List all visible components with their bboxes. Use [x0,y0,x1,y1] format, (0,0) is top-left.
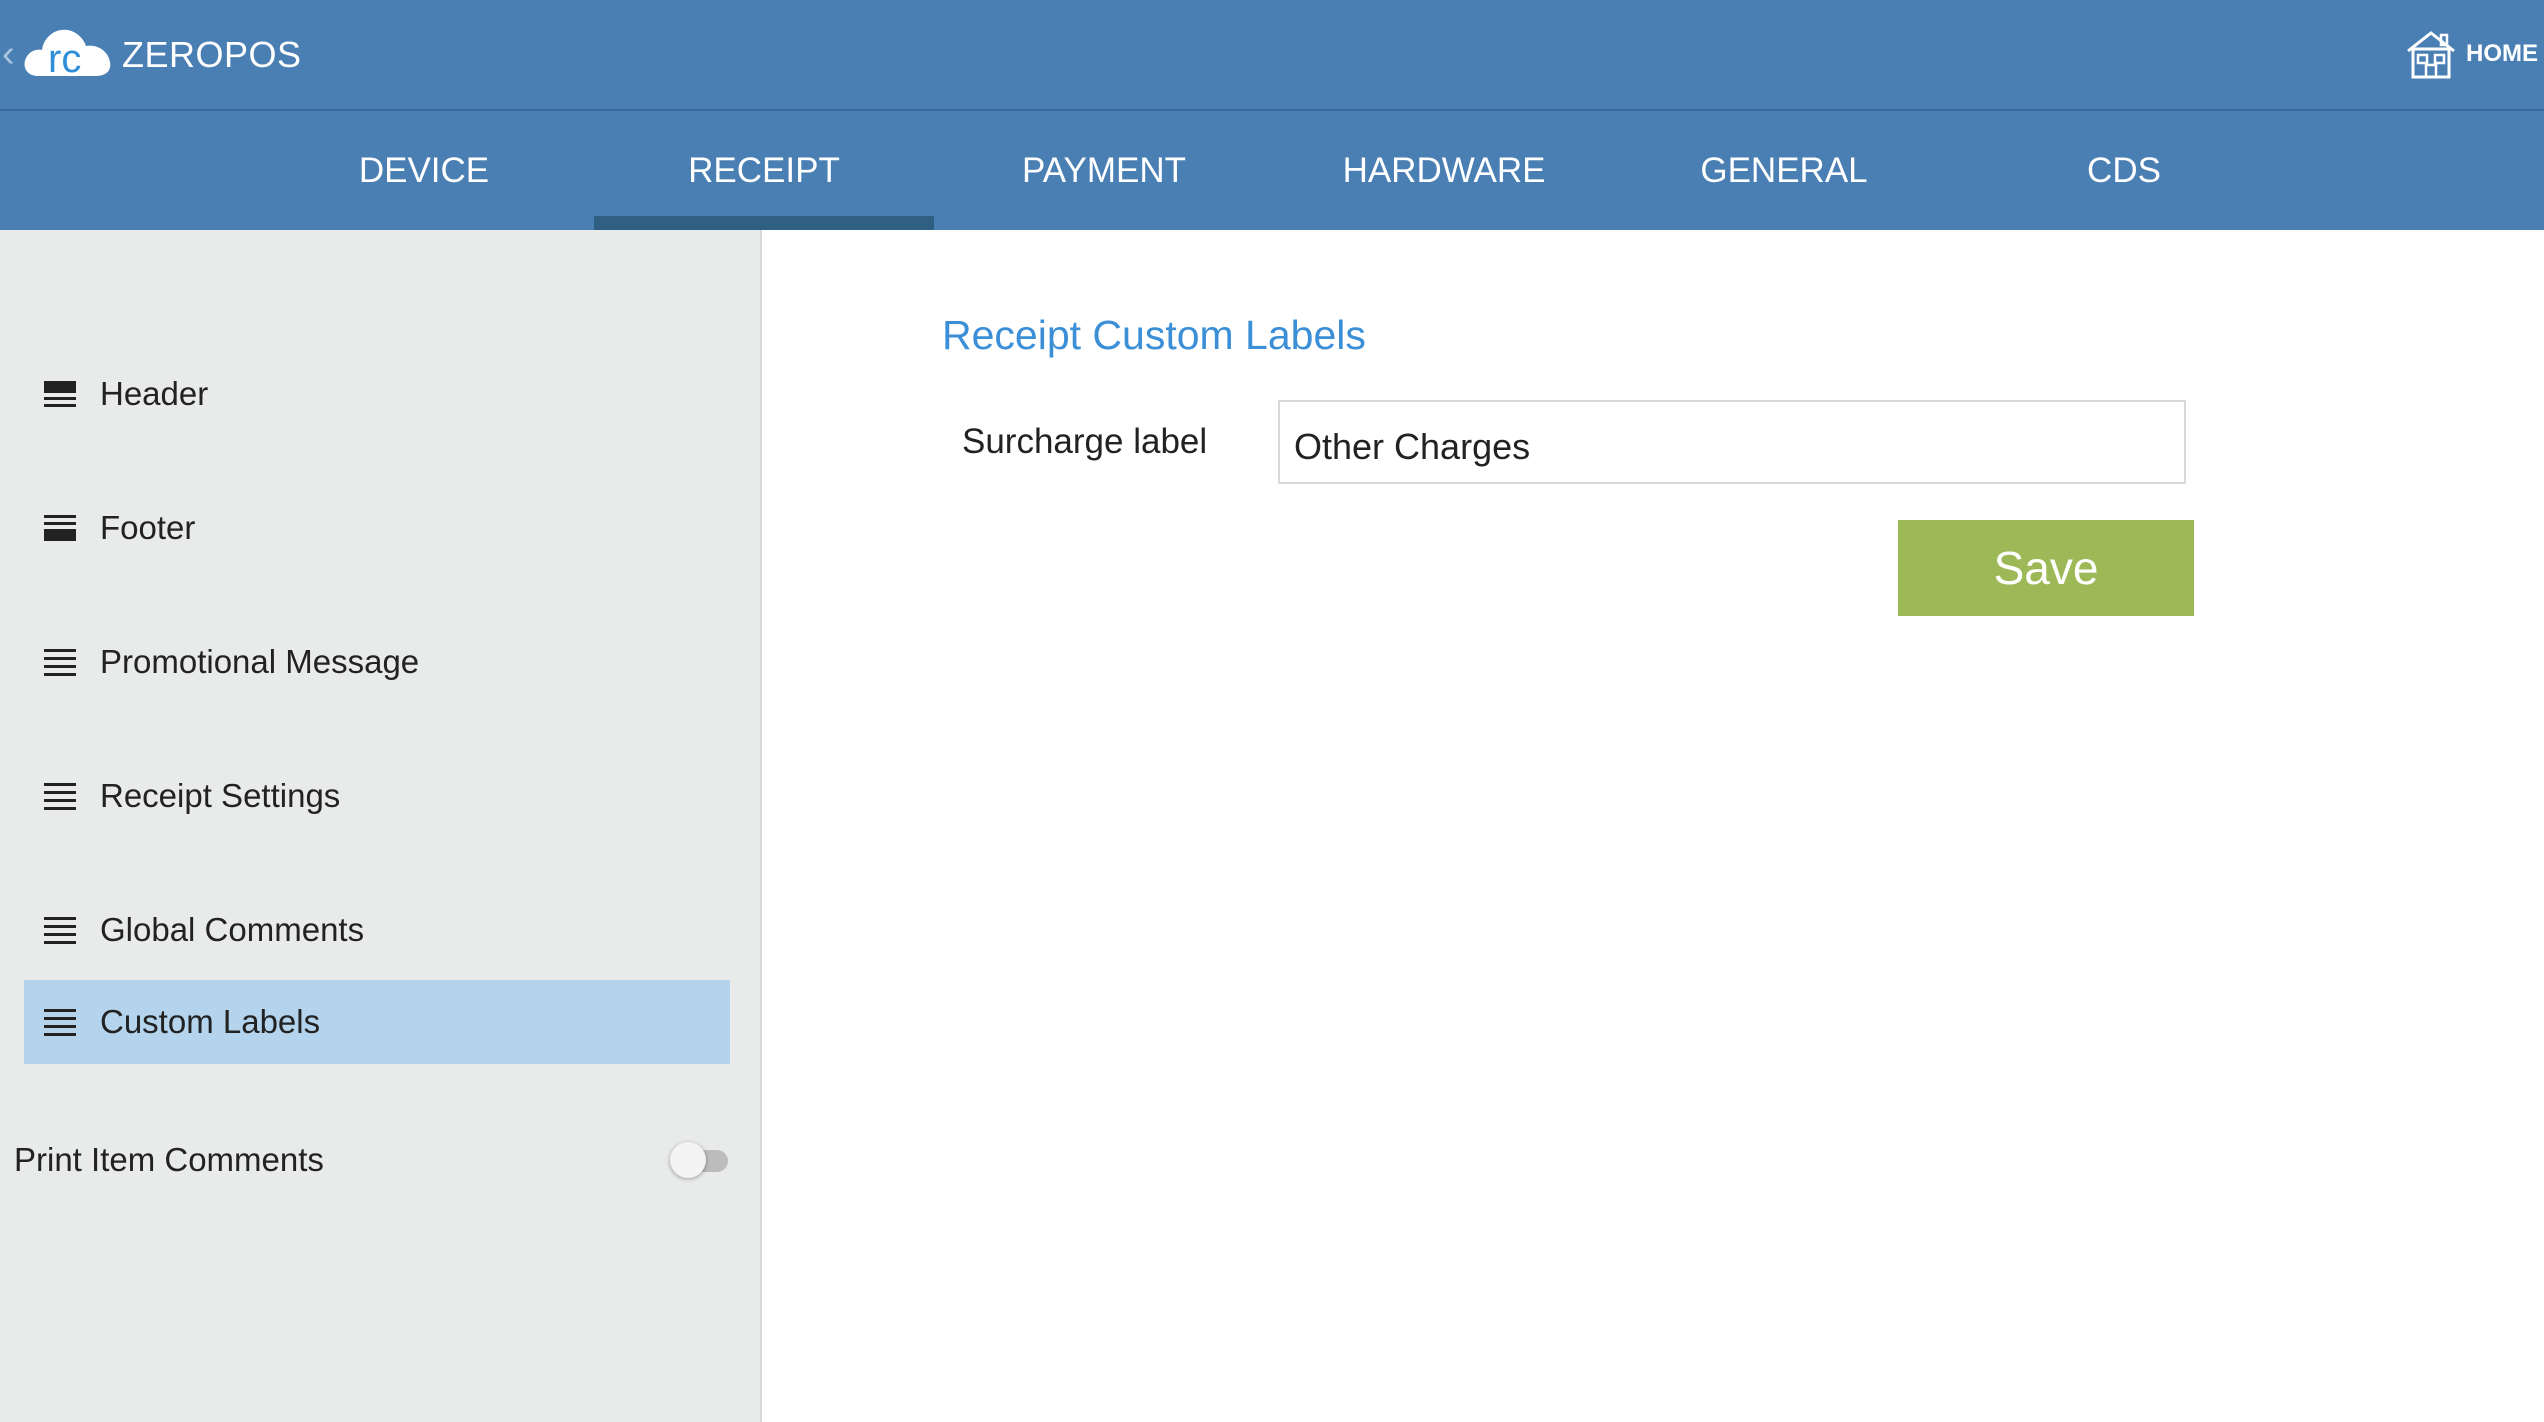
tab-label: RECEIPT [688,150,840,190]
tab-general[interactable]: GENERAL [1614,111,1954,230]
tab-label: CDS [2087,150,2161,190]
back-chevron-icon[interactable]: ‹ [2,34,15,74]
tab-label: GENERAL [1700,150,1868,190]
sidebar-item-custom-labels[interactable]: Custom Labels [24,980,730,1064]
sidebar-item-receipt-settings[interactable]: Receipt Settings [24,754,730,838]
header-icon [44,381,76,407]
print-item-comments-row: Print Item Comments [14,1120,734,1200]
tab-hardware[interactable]: HARDWARE [1274,111,1614,230]
sidebar-item-label: Receipt Settings [100,777,341,814]
settings-tab-bar: DEVICE RECEIPT PAYMENT HARDWARE GENERAL … [0,111,2544,230]
sidebar-item-label: Promotional Message [100,643,420,680]
list-icon [44,783,76,810]
sidebar-item-global-comments[interactable]: Global Comments [24,888,730,972]
list-icon [44,649,76,676]
sidebar-item-label: Custom Labels [100,1003,321,1040]
home-icon [2407,31,2455,79]
sidebar-item-header[interactable]: Header [24,352,730,436]
sidebar-item-promotional-message[interactable]: Promotional Message [24,620,730,704]
tab-label: DEVICE [358,150,490,190]
footer-icon [44,515,76,541]
print-item-comments-label: Print Item Comments [14,1141,324,1178]
svg-text:rc: rc [48,37,81,81]
surcharge-label-input[interactable] [1278,400,2186,484]
tab-label: PAYMENT [1022,150,1186,190]
home-label: HOME [2466,40,2538,67]
tab-device[interactable]: DEVICE [254,111,594,230]
active-tab-indicator [594,216,934,230]
list-icon [44,917,76,944]
sidebar-item-label: Footer [100,509,196,546]
surcharge-label-caption: Surcharge label [962,422,1208,461]
tab-cds[interactable]: CDS [1954,111,2294,230]
receipt-sidebar: Header Footer Promotional Message Receip… [0,230,762,1422]
sidebar-item-footer[interactable]: Footer [24,486,730,570]
section-title: Receipt Custom Labels [942,312,1366,358]
print-item-comments-toggle[interactable] [670,1140,732,1180]
save-button[interactable]: Save [1898,520,2194,616]
toggle-thumb [670,1142,706,1178]
home-button[interactable]: HOME [2404,24,2538,84]
sidebar-item-label: Global Comments [100,911,365,948]
app-title: ZEROPOS [122,34,302,75]
tab-receipt[interactable]: RECEIPT [594,111,934,230]
app-logo[interactable]: rc [20,16,116,82]
sidebar-item-label: Header [100,375,209,412]
tab-label: HARDWARE [1342,150,1546,190]
app-bar: ‹ rc ZEROPOS HOME [0,0,2544,111]
tab-payment[interactable]: PAYMENT [934,111,1274,230]
list-icon [44,1009,76,1036]
